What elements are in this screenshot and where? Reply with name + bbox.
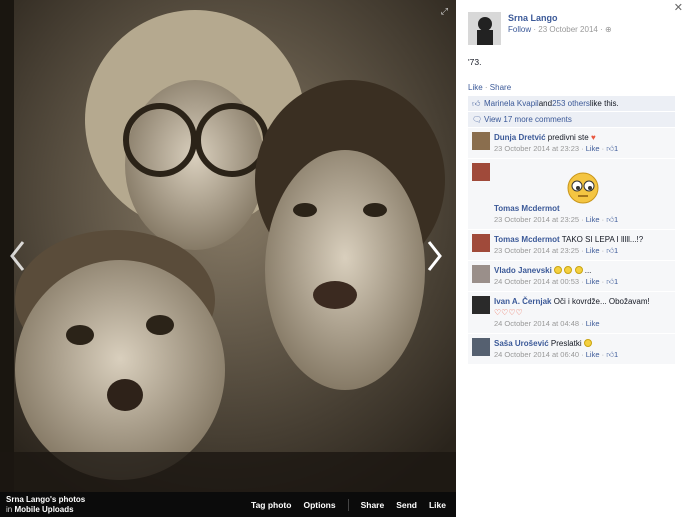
share-button[interactable]: Share bbox=[361, 500, 385, 510]
comment-meta: 24 October 2014 at 06:40 · Like · 👍︎1 bbox=[494, 350, 619, 359]
tag-photo-button[interactable]: Tag photo bbox=[251, 500, 291, 510]
comment-author-link[interactable]: Ivan A. Černjak bbox=[494, 297, 552, 306]
comment-time[interactable]: 24 October 2014 at 00:53 bbox=[494, 277, 579, 286]
comment-text: predivni ste bbox=[545, 133, 591, 142]
album-prefix: in bbox=[6, 505, 13, 514]
post-caption: '73. bbox=[468, 57, 482, 67]
comment-meta: 23 October 2014 at 23:25 · Like · 👍︎1 bbox=[494, 246, 619, 255]
smile-emoji-icon bbox=[574, 266, 583, 274]
comment-author-link[interactable]: Vlado Janevski bbox=[494, 266, 552, 275]
thumbs-up-icon: 👍︎ bbox=[606, 350, 615, 359]
comment-meta: 24 October 2014 at 04:48 · Like bbox=[494, 319, 600, 328]
comment-like-count[interactable]: 1 bbox=[614, 215, 618, 224]
comment-text: TAKO SI LEPA I lllll...!? bbox=[559, 235, 644, 244]
thumbs-up-icon: 👍︎ bbox=[606, 144, 615, 153]
comment-icon: 🗨︎ bbox=[472, 115, 483, 124]
thumbs-up-icon: 👍︎ bbox=[606, 277, 615, 286]
comment-time[interactable]: 24 October 2014 at 04:48 bbox=[494, 319, 579, 328]
globe-icon: ⊕ bbox=[604, 25, 612, 34]
owner-meta: Follow · 23 October 2014 · ⊕ bbox=[508, 25, 612, 34]
close-icon[interactable]: ✕ bbox=[674, 1, 683, 14]
chevron-left-icon[interactable] bbox=[8, 238, 28, 274]
comment-author-link[interactable]: Dunja Dretvić bbox=[494, 133, 546, 142]
avatar[interactable] bbox=[472, 296, 490, 314]
thumbs-up-icon: 👍︎ bbox=[606, 246, 615, 255]
comment-like-link[interactable]: Like bbox=[586, 246, 600, 255]
photo[interactable] bbox=[0, 0, 456, 492]
feedback-box: 👍︎ Marinela Kvapil and 253 others like t… bbox=[468, 96, 675, 365]
photo-viewer: ⤢ Srna Lango's photos in Mobile Uploads … bbox=[0, 0, 456, 517]
comment-item: Dunja Dretvić predivni ste ♥ 23 October … bbox=[468, 128, 675, 158]
comment-like-count[interactable]: 1 bbox=[614, 144, 618, 153]
comment-like-count[interactable]: 1 bbox=[614, 277, 618, 286]
post-like-link[interactable]: Like bbox=[468, 83, 483, 92]
owner-name-link[interactable]: Srna Lango bbox=[508, 13, 558, 23]
photo-bottom-bar: Srna Lango's photos in Mobile Uploads Ta… bbox=[0, 492, 456, 517]
likes-summary: 👍︎ Marinela Kvapil and 253 others like t… bbox=[468, 96, 675, 111]
comment-meta: 23 October 2014 at 23:23 · Like · 👍︎1 bbox=[494, 144, 619, 153]
comment-author-link[interactable]: Saša Urošević bbox=[494, 339, 549, 348]
comment-like-link[interactable]: Like bbox=[586, 144, 600, 153]
comment-meta: 24 October 2014 at 00:53 · Like · 👍︎1 bbox=[494, 277, 619, 286]
heart-icon: ♡♡♡♡ bbox=[494, 308, 523, 317]
comment-like-count[interactable]: 1 bbox=[614, 350, 618, 359]
like-button[interactable]: Like bbox=[429, 500, 446, 510]
comment-meta: 23 October 2014 at 23:25 · Like · 👍︎1 bbox=[494, 215, 619, 224]
smile-emoji-icon bbox=[554, 266, 563, 274]
thumbs-up-icon: 👍︎ bbox=[472, 99, 481, 108]
comment-item: Tomas Mcdermot 23 October 2014 at 23:25 … bbox=[468, 159, 675, 229]
photo-actions: Tag photo Options Share Send Like bbox=[239, 499, 446, 511]
album-owner-link[interactable]: Srna Lango's photos bbox=[6, 495, 85, 504]
view-more-comments[interactable]: 🗨︎ View 17 more comments bbox=[468, 112, 675, 127]
send-button[interactable]: Send bbox=[396, 500, 417, 510]
smile-emoji-icon bbox=[564, 266, 573, 274]
avatar[interactable] bbox=[472, 338, 490, 356]
comment-time[interactable]: 23 October 2014 at 23:23 bbox=[494, 144, 579, 153]
like-share-row: Like · Share bbox=[468, 83, 512, 92]
comment-time[interactable]: 24 October 2014 at 06:40 bbox=[494, 350, 579, 359]
comment-item: Saša Urošević Preslatki 24 October 2014 … bbox=[468, 334, 675, 364]
comment-item: Ivan A. Černjak Oči i kovrdže... Obožava… bbox=[468, 292, 675, 333]
comment-like-link[interactable]: Like bbox=[586, 215, 600, 224]
comment-like-link[interactable]: Like bbox=[586, 319, 600, 328]
divider bbox=[347, 499, 349, 511]
liker-link[interactable]: Marinela Kvapil bbox=[484, 99, 539, 108]
thumbs-up-icon: 👍︎ bbox=[606, 215, 615, 224]
photo-sidebar: ✕ Srna Lango Follow · 23 October 2014 · … bbox=[456, 0, 688, 517]
album-line: in Mobile Uploads bbox=[6, 505, 74, 514]
avatar[interactable] bbox=[468, 12, 501, 45]
comment-time[interactable]: 23 October 2014 at 23:25 bbox=[494, 215, 579, 224]
emoji-sticker-icon bbox=[567, 172, 599, 204]
comment-text: Oči i kovrdže... Obožavam! bbox=[551, 297, 650, 306]
comment-text: Preslatki bbox=[548, 339, 584, 348]
follow-link[interactable]: Follow bbox=[508, 25, 531, 34]
avatar[interactable] bbox=[472, 265, 490, 283]
comment-item: Vlado Janevski ... 24 October 2014 at 00… bbox=[468, 261, 675, 291]
options-button[interactable]: Options bbox=[303, 500, 335, 510]
comment-author-link[interactable]: Tomas Mcdermot bbox=[494, 204, 560, 213]
post-share-link[interactable]: Share bbox=[490, 83, 511, 92]
expand-icon[interactable]: ⤢ bbox=[441, 6, 448, 17]
comment-like-count[interactable]: 1 bbox=[614, 246, 618, 255]
album-name-link[interactable]: Mobile Uploads bbox=[14, 505, 73, 514]
heart-icon: ♥ bbox=[590, 133, 596, 142]
comment-text: ... bbox=[582, 266, 592, 275]
chevron-right-icon[interactable] bbox=[424, 238, 444, 274]
view-more-comments-link[interactable]: View 17 more comments bbox=[484, 115, 572, 124]
smile-emoji-icon bbox=[583, 339, 592, 347]
avatar[interactable] bbox=[472, 132, 490, 150]
avatar[interactable] bbox=[472, 234, 490, 252]
comment-item: Tomas Mcdermot TAKO SI LEPA I lllll...!?… bbox=[468, 230, 675, 260]
comment-like-link[interactable]: Like bbox=[586, 350, 600, 359]
comment-author-link[interactable]: Tomas Mcdermot bbox=[494, 235, 560, 244]
avatar[interactable] bbox=[472, 163, 490, 181]
comment-like-link[interactable]: Like bbox=[586, 277, 600, 286]
comment-time[interactable]: 23 October 2014 at 23:25 bbox=[494, 246, 579, 255]
post-date[interactable]: · 23 October 2014 · bbox=[533, 25, 602, 34]
others-link[interactable]: 253 others bbox=[552, 99, 590, 108]
